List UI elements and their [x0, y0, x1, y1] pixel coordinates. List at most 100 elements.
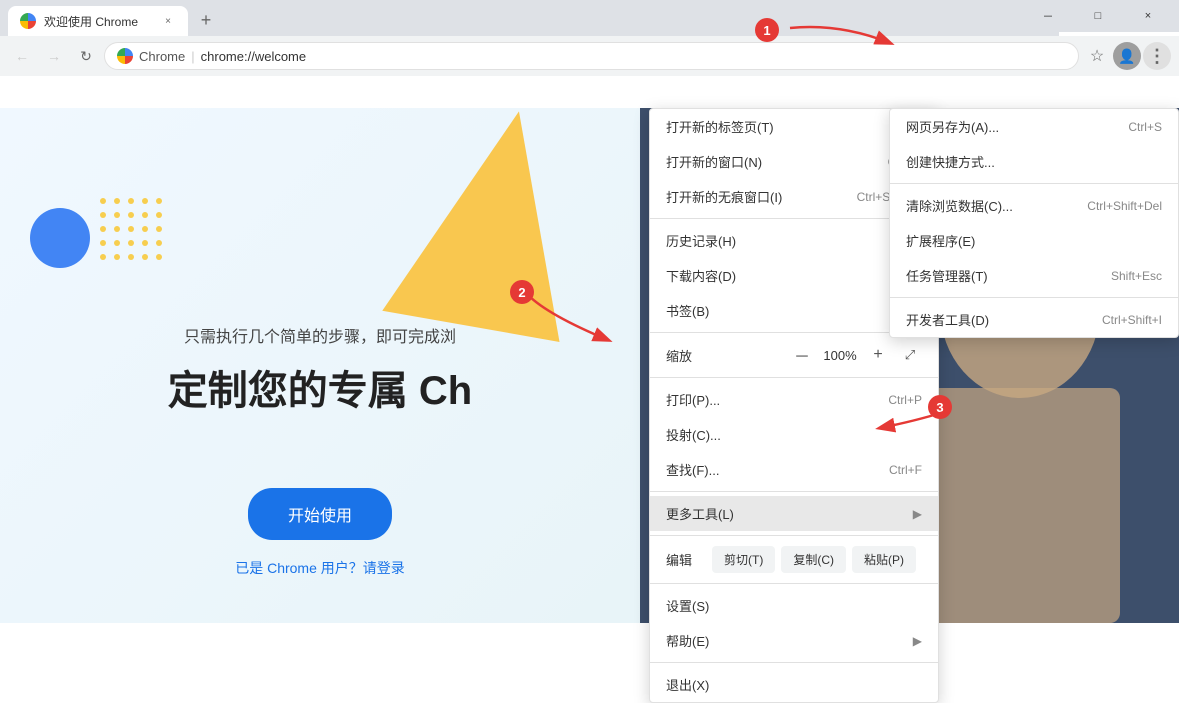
submenu-extensions[interactable]: 扩展程序(E): [890, 223, 1178, 258]
decorative-dots: [100, 198, 164, 262]
menu-downloads-label: 下载内容(D): [666, 266, 736, 285]
dot: [128, 254, 134, 260]
address-separator: |: [191, 49, 194, 64]
dot: [100, 254, 106, 260]
submenu-task-manager-label: 任务管理器(T): [906, 266, 988, 285]
page-title: 定制您的专属 Ch: [0, 358, 640, 416]
zoom-plus-button[interactable]: +: [866, 343, 890, 367]
page-background: 只需执行几个简单的步骤，即可完成浏 定制您的专属 Ch 开始使用 已是 Chro…: [0, 108, 640, 623]
reload-button[interactable]: ↻: [72, 42, 100, 70]
menu-cut-button[interactable]: 剪切(T): [712, 546, 775, 573]
dot: [156, 254, 162, 260]
maximize-button[interactable]: □: [1075, 0, 1121, 32]
menu-divider-6: [650, 583, 938, 584]
submenu-devtools[interactable]: 开发者工具(D) Ctrl+Shift+I: [890, 302, 1178, 337]
bookmark-button[interactable]: ☆: [1083, 42, 1111, 70]
menu-edit-row: 编辑 剪切(T) 复制(C) 粘贴(P): [650, 540, 938, 579]
menu-copy-button[interactable]: 复制(C): [781, 546, 846, 573]
profile-button[interactable]: 👤: [1113, 42, 1141, 70]
close-window-button[interactable]: ×: [1125, 0, 1171, 32]
address-bar[interactable]: Chrome | chrome://welcome: [104, 42, 1079, 70]
dot: [142, 254, 148, 260]
back-button[interactable]: ←: [8, 42, 36, 70]
submenu-save-page-shortcut: Ctrl+S: [1128, 120, 1162, 134]
forward-button[interactable]: →: [40, 42, 68, 70]
submenu-devtools-shortcut: Ctrl+Shift+I: [1102, 313, 1162, 327]
zoom-minus-button[interactable]: －: [790, 343, 814, 367]
arrow-1-svg: [780, 18, 900, 58]
submenu-clear-data[interactable]: 清除浏览数据(C)... Ctrl+Shift+Del: [890, 188, 1178, 223]
menu-print-label: 打印(P)...: [666, 390, 720, 409]
dot: [142, 198, 148, 204]
submenu-task-manager-shortcut: Shift+Esc: [1111, 269, 1162, 283]
menu-help[interactable]: 帮助(E) ▶: [650, 623, 938, 658]
menu-find[interactable]: 查找(F)... Ctrl+F: [650, 452, 938, 487]
new-tab-button[interactable]: +: [192, 6, 220, 34]
menu-edit-label: 编辑: [666, 550, 706, 569]
submenu-save-page[interactable]: 网页另存为(A)... Ctrl+S: [890, 109, 1178, 144]
toolbar-right: ☆ 👤 ⋮: [1083, 42, 1171, 70]
window-controls: － □ ×: [1025, 0, 1171, 32]
menu-divider-5: [650, 535, 938, 536]
dot: [114, 226, 120, 232]
dot: [100, 226, 106, 232]
dot: [142, 212, 148, 218]
menu-divider-7: [650, 662, 938, 663]
menu-more-tools[interactable]: 更多工具(L) ▶: [650, 496, 938, 531]
menu-incognito-label: 打开新的无痕窗口(I): [666, 187, 782, 206]
menu-exit[interactable]: 退出(X): [650, 667, 938, 702]
menu-find-label: 查找(F)...: [666, 460, 719, 479]
tab-close-button[interactable]: ×: [160, 13, 176, 29]
dot: [156, 212, 162, 218]
tab-title: 欢迎使用 Chrome: [44, 13, 138, 30]
start-button[interactable]: 开始使用: [248, 488, 392, 540]
menu-find-shortcut: Ctrl+F: [889, 463, 922, 477]
zoom-fullscreen-button[interactable]: ⤢: [898, 343, 922, 367]
site-icon: [117, 48, 133, 64]
dot: [156, 226, 162, 232]
zoom-percent: 100%: [822, 348, 858, 363]
dot: [114, 240, 120, 246]
menu-cast-label: 投射(C)...: [666, 425, 721, 444]
menu-new-tab-label: 打开新的标签页(T): [666, 117, 774, 136]
decorative-circle: [30, 208, 90, 268]
more-tools-submenu: 网页另存为(A)... Ctrl+S 创建快捷方式... 清除浏览数据(C)..…: [889, 108, 1179, 338]
dot: [114, 212, 120, 218]
dot: [128, 198, 134, 204]
submenu-task-manager[interactable]: 任务管理器(T) Shift+Esc: [890, 258, 1178, 293]
menu-paste-button[interactable]: 粘贴(P): [852, 546, 916, 573]
login-link[interactable]: 已是 Chrome 用户？请登录: [0, 558, 640, 578]
tab-favicon: [20, 13, 36, 29]
dot: [128, 212, 134, 218]
menu-settings[interactable]: 设置(S): [650, 588, 938, 623]
submenu-divider-2: [890, 297, 1178, 298]
active-tab[interactable]: 欢迎使用 Chrome ×: [8, 6, 188, 36]
submenu-create-shortcut[interactable]: 创建快捷方式...: [890, 144, 1178, 179]
chrome-menu-button[interactable]: ⋮: [1143, 42, 1171, 70]
menu-history-label: 历史记录(H): [666, 231, 736, 250]
menu-exit-label: 退出(X): [666, 675, 709, 694]
menu-zoom-label: 缩放: [666, 346, 790, 365]
minimize-button[interactable]: －: [1025, 0, 1071, 32]
dot: [100, 198, 106, 204]
arrow-2-svg: [508, 285, 628, 355]
menu-new-window-label: 打开新的窗口(N): [666, 152, 762, 171]
menu-settings-label: 设置(S): [666, 596, 709, 615]
arrow-3-svg: [870, 400, 960, 440]
zoom-controls: － 100% + ⤢: [790, 343, 922, 367]
menu-more-tools-label: 更多工具(L): [666, 504, 734, 523]
menu-more-tools-arrow: ▶: [913, 507, 922, 521]
dot: [128, 240, 134, 246]
dot: [128, 226, 134, 232]
menu-divider-4: [650, 491, 938, 492]
submenu-save-page-label: 网页另存为(A)...: [906, 117, 999, 136]
tab-bar: 欢迎使用 Chrome × +: [0, 0, 1059, 36]
submenu-devtools-label: 开发者工具(D): [906, 310, 989, 329]
dot: [142, 226, 148, 232]
annotation-1: 1: [755, 18, 779, 42]
dot: [100, 240, 106, 246]
navigation-bar: ← → ↻ Chrome | chrome://welcome ☆ 👤 ⋮: [0, 36, 1179, 76]
submenu-extensions-label: 扩展程序(E): [906, 231, 975, 250]
dot: [100, 212, 106, 218]
menu-help-label: 帮助(E): [666, 631, 709, 650]
